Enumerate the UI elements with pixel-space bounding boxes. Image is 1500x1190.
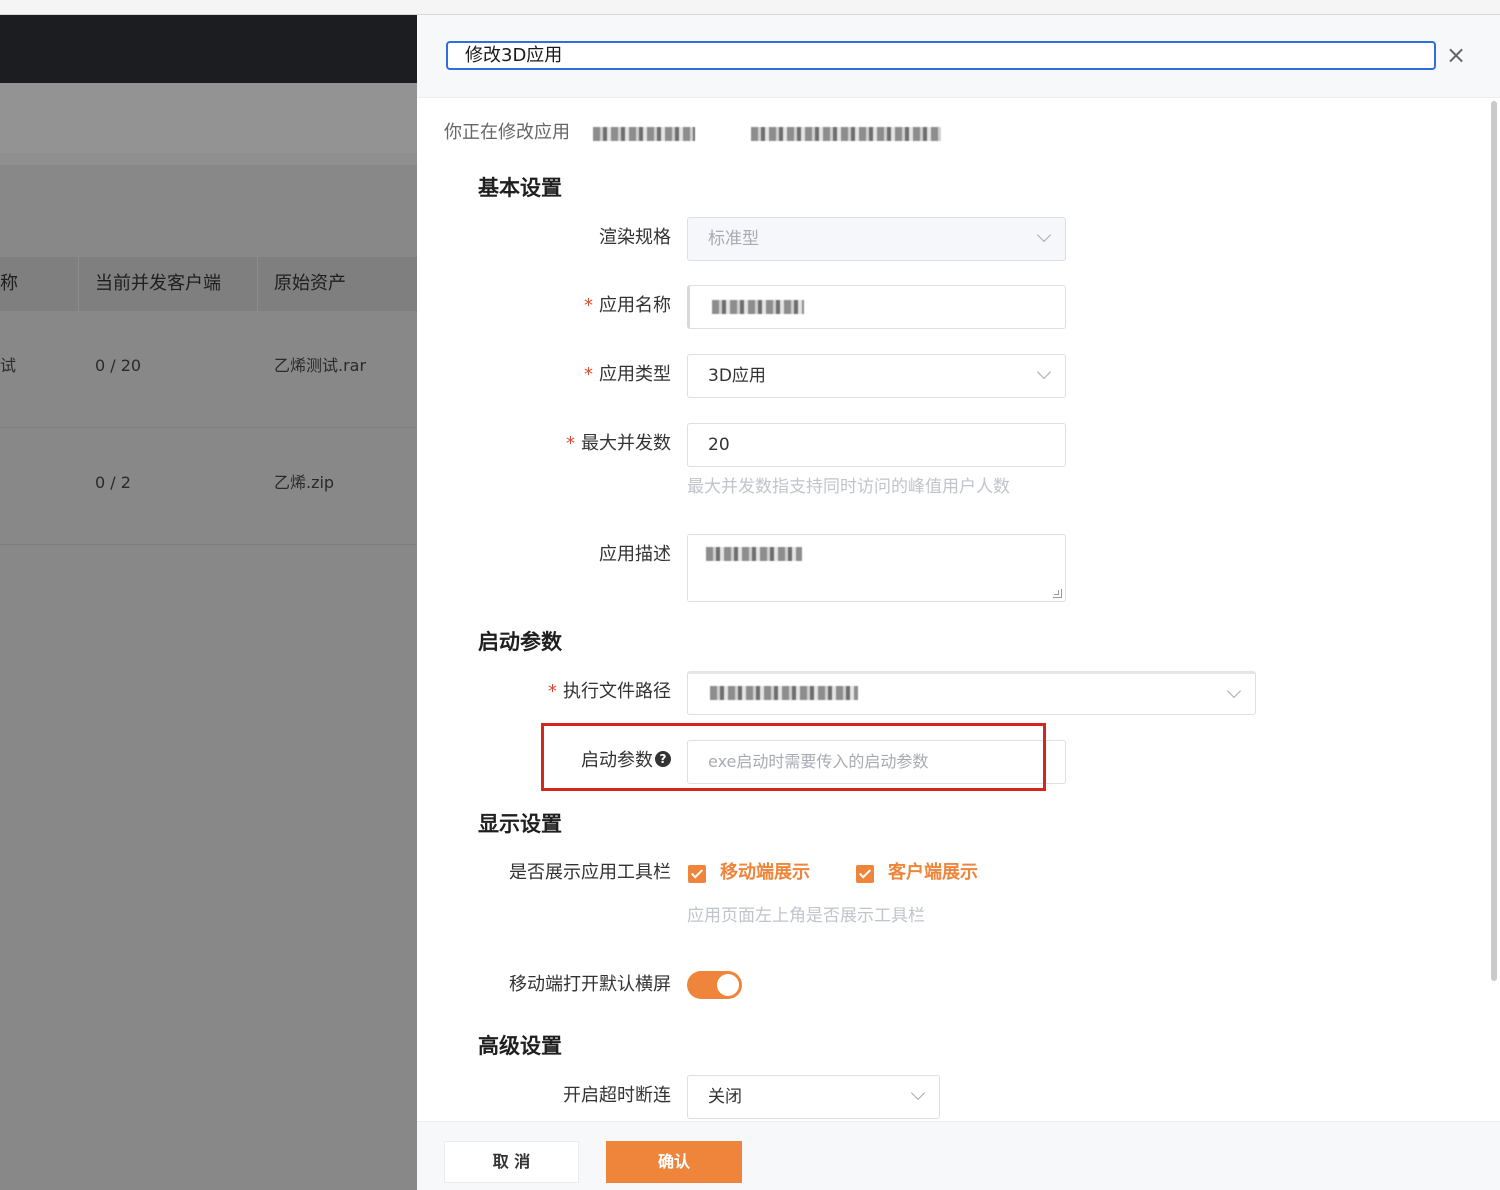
redacted-value xyxy=(710,686,858,700)
render-spec-label: 渲染规格 xyxy=(599,227,671,248)
client-show-checkbox[interactable] xyxy=(856,865,874,883)
timeout-select[interactable]: 关闭 xyxy=(687,1075,940,1119)
bg-th-asset: 原始资产 xyxy=(274,273,346,294)
bg-divider xyxy=(0,153,417,165)
bg-td-name: 试 xyxy=(0,356,17,375)
drawer-header: 修改3D应用 × xyxy=(417,15,1500,98)
resize-handle-icon[interactable] xyxy=(1053,589,1062,598)
bg-table-row: 试 0 / 20 乙烯测试.rar xyxy=(0,311,417,428)
redacted-app-name xyxy=(593,127,695,141)
app-name-input[interactable] xyxy=(687,285,1066,329)
max-concurrency-label: * 最大并发数 xyxy=(566,433,671,454)
mobile-show-label[interactable]: 移动端展示 xyxy=(720,860,810,886)
bg-table-header: 称 当前并发客户端 原始资产 xyxy=(0,257,417,311)
timeout-label: 开启超时断连 xyxy=(563,1085,671,1106)
toolbar-label: 是否展示应用工具栏 xyxy=(509,862,671,883)
confirm-button[interactable]: 确认 xyxy=(606,1141,742,1183)
bg-th-sep xyxy=(78,257,79,311)
bg-th-name: 称 xyxy=(0,273,18,294)
render-spec-select: 标准型 xyxy=(687,217,1066,261)
bg-header xyxy=(0,15,417,83)
toggle-knob xyxy=(717,974,739,996)
landscape-toggle[interactable] xyxy=(687,971,742,999)
bg-band xyxy=(0,83,417,153)
app-desc-label: 应用描述 xyxy=(599,544,671,565)
app-type-label: * 应用类型 xyxy=(584,364,671,385)
modifying-app-text: 你正在修改应用 xyxy=(444,122,570,143)
scrollbar[interactable] xyxy=(1491,101,1497,981)
section-launch-title: 启动参数 xyxy=(478,630,562,654)
chevron-down-icon xyxy=(1226,683,1242,699)
edit-app-drawer: 修改3D应用 × 你正在修改应用 基本设置 渲染规格 标准型 * 应用名称 * 应用… xyxy=(417,15,1500,1190)
app-name-label: * 应用名称 xyxy=(584,295,671,316)
chevron-down-icon xyxy=(910,1085,926,1101)
app-desc-textarea[interactable] xyxy=(687,534,1066,602)
bg-td-asset: 乙烯测试.rar xyxy=(274,356,367,375)
drawer-footer: 取 消 确认 xyxy=(417,1121,1500,1190)
bg-th-concurrency: 当前并发客户端 xyxy=(95,273,221,294)
bg-table-row: 0 / 2 乙烯.zip xyxy=(0,428,417,545)
bg-td-concurrency: 0 / 20 xyxy=(95,356,142,375)
section-basic-title: 基本设置 xyxy=(478,176,562,200)
background-page: 称 当前并发客户端 原始资产 试 0 / 20 乙烯测试.rar 0 / 2 乙… xyxy=(0,15,417,1190)
bg-td-concurrency: 0 / 2 xyxy=(95,473,131,492)
chevron-down-icon xyxy=(1036,364,1052,380)
top-strip xyxy=(0,0,1500,15)
exe-path-select[interactable] xyxy=(687,671,1256,715)
chevron-down-icon xyxy=(1036,227,1052,243)
max-concurrency-input[interactable]: 20 xyxy=(687,423,1066,467)
app-type-select[interactable]: 3D应用 xyxy=(687,354,1066,398)
bg-th-sep xyxy=(257,257,258,311)
drawer-title[interactable]: 修改3D应用 xyxy=(446,41,1436,70)
bg-td-asset: 乙烯.zip xyxy=(274,473,335,492)
mobile-show-checkbox[interactable] xyxy=(688,865,706,883)
client-show-label[interactable]: 客户端展示 xyxy=(888,860,978,886)
section-advanced-title: 高级设置 xyxy=(478,1034,562,1058)
redacted-value xyxy=(706,547,802,561)
landscape-label: 移动端打开默认横屏 xyxy=(509,974,671,995)
redacted-app-id xyxy=(751,127,941,141)
exe-path-label: * 执行文件路径 xyxy=(548,681,671,702)
section-display-title: 显示设置 xyxy=(478,812,562,836)
max-concurrency-hint: 最大并发数指支持同时访问的峰值用户人数 xyxy=(687,477,1010,497)
toolbar-hint: 应用页面左上角是否展示工具栏 xyxy=(687,906,925,926)
redacted-value xyxy=(712,300,804,314)
highlight-box xyxy=(541,723,1046,791)
cancel-button[interactable]: 取 消 xyxy=(444,1141,579,1183)
close-icon[interactable]: × xyxy=(1444,43,1468,67)
